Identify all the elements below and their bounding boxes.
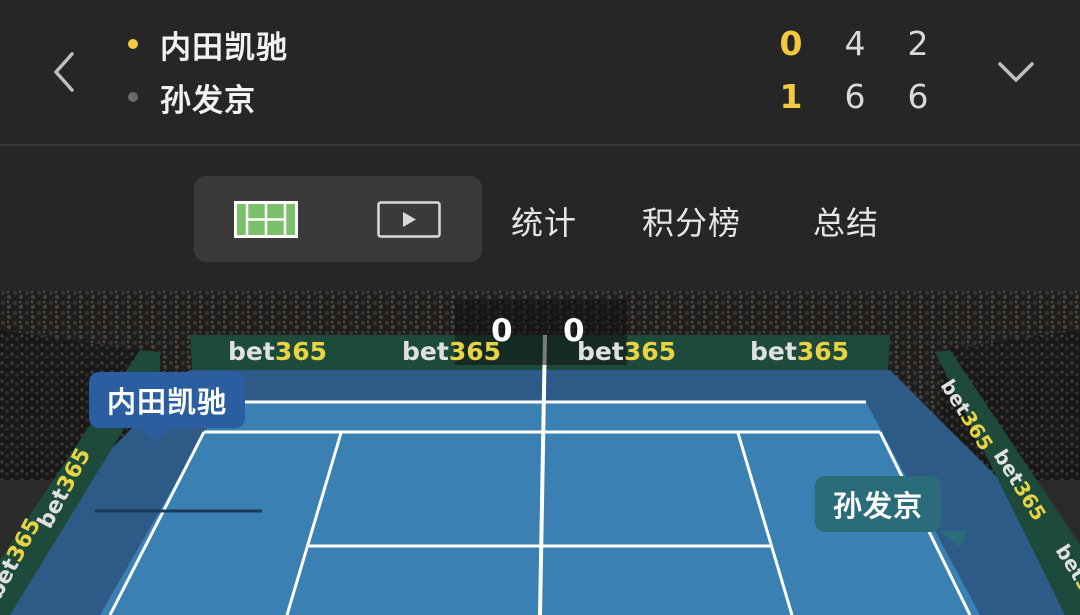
player-2-set-1: 6 [844, 77, 866, 116]
tab-stats[interactable]: 统计 [511, 198, 577, 244]
court-score-player-1: 0 [491, 313, 513, 349]
player-2-court-label: 孙发京 [815, 476, 942, 532]
svg-text:bet365: bet365 [228, 337, 327, 366]
svg-text:bet365: bet365 [402, 337, 501, 366]
bubble-pointer [140, 427, 170, 443]
court-score-player-2: 0 [563, 313, 585, 349]
player-2-game-score: 1 [779, 77, 803, 116]
player-2-name: 孙发京 [160, 82, 256, 119]
chevron-left-icon[interactable] [50, 50, 80, 94]
player-row-2: 孙发京 [128, 75, 256, 119]
chevron-down-icon[interactable] [996, 52, 1036, 92]
tab-summary[interactable]: 总结 [813, 198, 879, 244]
court-visualization: bet365 bet365 bet365 bet365 bet365 bet36… [0, 291, 1080, 615]
court-graphic: bet365 bet365 bet365 bet365 bet365 bet36… [0, 291, 1080, 615]
player-1-court-label: 内田凯驰 [89, 372, 246, 428]
player-1-set-2: 2 [907, 24, 929, 63]
player-row-1: 内田凯驰 [128, 22, 288, 66]
svg-text:bet365: bet365 [577, 337, 676, 366]
serve-indicator-inactive [128, 92, 138, 102]
bubble-pointer [938, 531, 968, 547]
player-1-game-score: 0 [779, 24, 803, 63]
tab-standings[interactable]: 积分榜 [642, 198, 741, 244]
view-toggle-group [194, 176, 482, 262]
player-1-set-1: 4 [844, 24, 866, 63]
player-2-set-2: 6 [907, 77, 929, 116]
score-header: 内田凯驰 孙发京 0 4 2 1 6 6 [0, 0, 1080, 145]
serve-indicator [128, 39, 138, 49]
court-icon[interactable] [234, 201, 298, 238]
video-icon[interactable] [377, 201, 441, 238]
svg-text:bet365: bet365 [750, 337, 849, 366]
tab-bar: 统计 积分榜 总结 [0, 146, 1080, 291]
player-1-name: 内田凯驰 [160, 29, 288, 66]
